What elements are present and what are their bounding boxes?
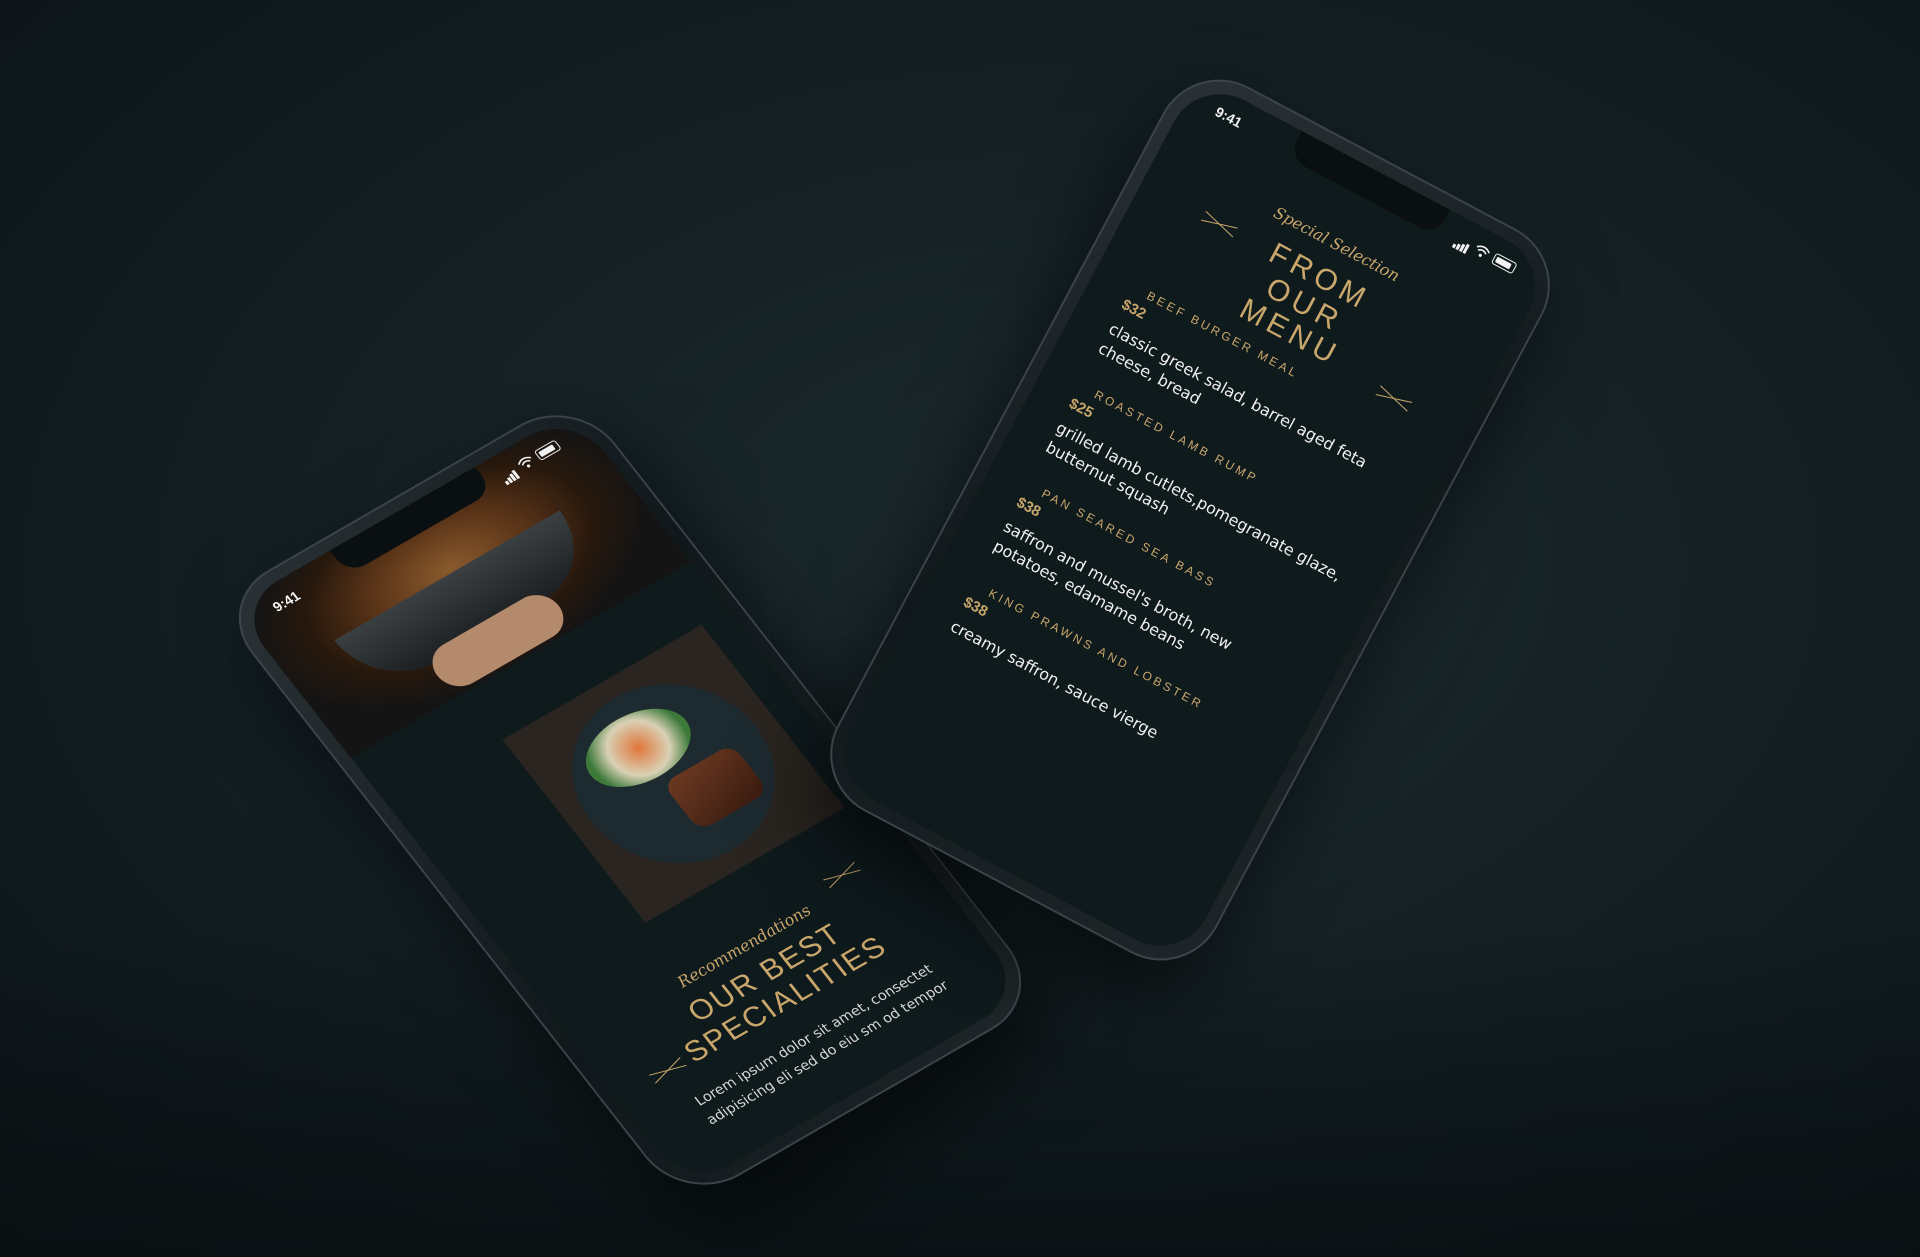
salad-steak-dish-image: [502, 624, 845, 923]
front-phone-screen[interactable]: 9:41 Special Selection FROM OUR MENU BEE…: [826, 75, 1554, 965]
plate: [532, 650, 815, 897]
status-time: 9:41: [1212, 103, 1245, 131]
wifi-icon: [517, 456, 532, 468]
wifi-icon: [1476, 245, 1490, 257]
battery-icon: [533, 439, 562, 462]
signal-icon: [1452, 230, 1475, 254]
status-time: 9:41: [269, 587, 304, 615]
battery-icon: [1490, 252, 1518, 275]
signal-icon: [495, 462, 521, 485]
